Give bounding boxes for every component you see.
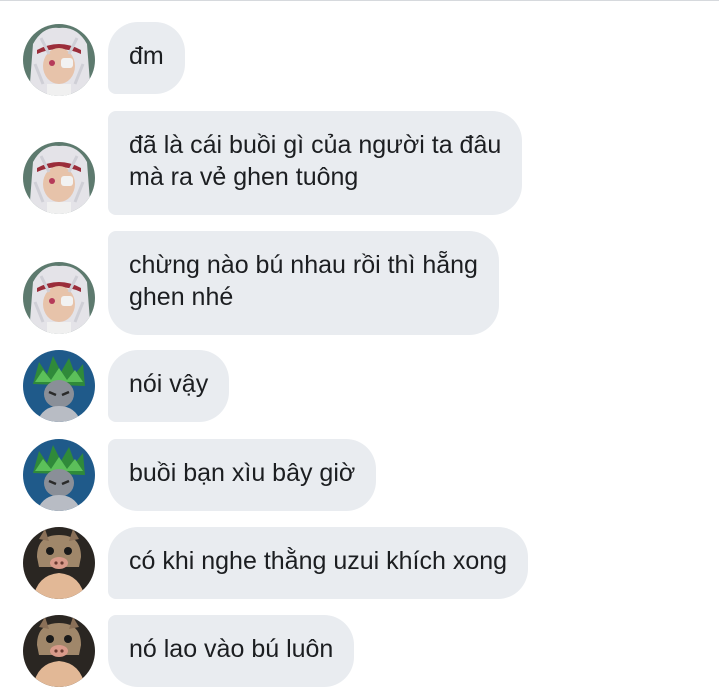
message-bubble[interactable]: nói vậy: [108, 350, 230, 422]
green-haired-avatar-icon[interactable]: [23, 350, 95, 422]
top-divider: [0, 0, 719, 1]
silver-haired-avatar-icon[interactable]: [23, 24, 95, 96]
boar-mask-avatar-icon[interactable]: [23, 527, 95, 599]
message-bubble[interactable]: nó lao vào bú luôn: [108, 615, 355, 687]
silver-haired-avatar-icon[interactable]: [23, 262, 95, 334]
message-bubble[interactable]: có khi nghe thằng uzui khích xong: [108, 527, 529, 599]
message-bubble[interactable]: đm: [108, 22, 185, 94]
message-bubble[interactable]: đã là cái buồi gì của người ta đâu mà ra…: [108, 111, 523, 215]
silver-haired-avatar-icon[interactable]: [23, 142, 95, 214]
green-haired-avatar-icon[interactable]: [23, 439, 95, 511]
boar-mask-avatar-icon[interactable]: [23, 615, 95, 687]
message-bubble[interactable]: chừng nào bú nhau rồi thì hẵng ghen nhé: [108, 231, 499, 335]
message-bubble[interactable]: buồi bạn xìu bây giờ: [108, 439, 377, 511]
